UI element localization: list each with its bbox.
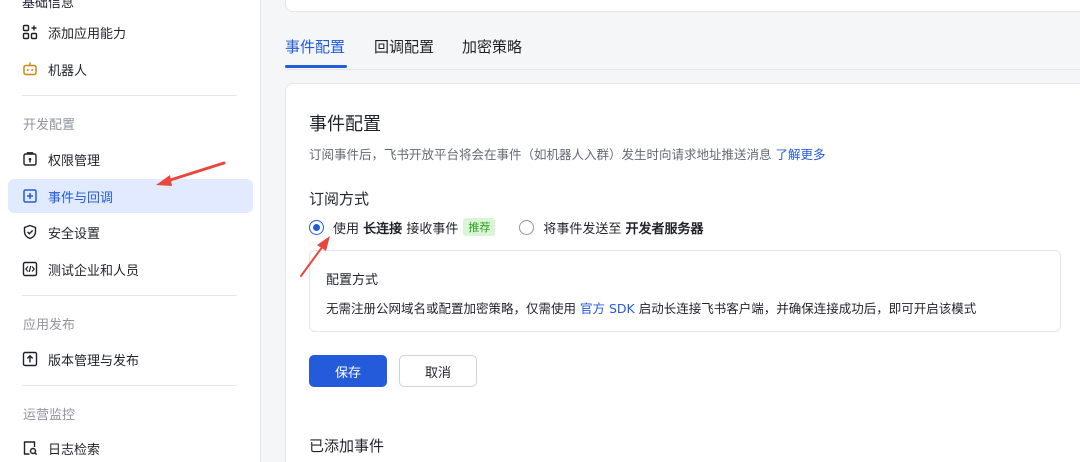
tab-callback-config[interactable]: 回调配置 [374,36,434,57]
option-long-connection-label[interactable]: 使用 长连接 接收事件 [333,218,458,237]
sidebar-item-version-publish[interactable]: 版本管理与发布 [8,342,253,376]
config-method-title: 配置方式 [326,273,379,288]
panel-description: 订阅事件后，飞书开放平台将会在事件（如机器人入群）发生时向请求地址推送消息 了解… [309,144,826,163]
sidebar-item-label: 机器人 [48,63,88,79]
active-tab-indicator [285,65,347,68]
config-method-text: 无需注册公网域名或配置加密策略，仅需使用 官方 SDK 启动长连接飞书客户端，并… [326,298,976,317]
option-bold: 开发者服务器 [625,221,704,237]
tab-bar: 事件配置 回调配置 加密策略 [285,32,1080,70]
sidebar-item-permission[interactable]: 权限管理 [8,142,253,176]
tab-divider [285,69,1080,70]
upload-icon [22,351,38,367]
main-content: 事件配置 回调配置 加密策略 事件配置 订阅事件后，飞书开放平台将会在事件（如机… [261,0,1080,462]
save-button[interactable]: 保存 [309,355,387,387]
sidebar-divider [22,95,237,96]
robot-icon [22,61,38,77]
sidebar-item-label: 版本管理与发布 [48,353,140,369]
sidebar-item-label: 测试企业和人员 [48,263,140,279]
sidebar-item-partial[interactable]: 基础信息 [22,0,74,11]
permission-icon [22,151,38,167]
sidebar-divider [22,295,237,296]
cancel-button[interactable]: 取消 [399,355,477,387]
config-method-box: 配置方式 无需注册公网域名或配置加密策略，仅需使用 官方 SDK 启动长连接飞书… [309,250,1061,332]
tab-encryption-policy[interactable]: 加密策略 [462,36,522,57]
sidebar-item-event-callback[interactable]: 事件与回调 [8,179,253,213]
event-callback-icon [22,188,38,204]
subscription-options: 使用 长连接 接收事件 推荐 将事件发送至 开发者服务器 [309,217,704,237]
sidebar-item-log-search[interactable]: 日志检索 [8,431,253,462]
shield-icon [22,224,38,240]
log-search-icon [22,440,38,456]
sidebar-item-label: 日志检索 [48,442,101,458]
sidebar-item-label: 添加应用能力 [48,26,127,42]
section-title-ops: 运营监控 [23,408,76,423]
panel-title: 事件配置 [309,114,381,135]
sidebar-item-label: 事件与回调 [48,190,114,206]
added-events-title: 已添加事件 [309,437,385,455]
option-prefix: 使用 [333,221,360,237]
option-bold: 长连接 [363,221,403,237]
option-developer-server-label[interactable]: 将事件发送至 开发者服务器 [543,218,703,237]
info-text-part: 无需注册公网域名或配置加密策略，仅需使用 [326,301,577,316]
section-title-dev: 开发配置 [23,118,76,133]
sidebar-item-test-enterprise[interactable]: 测试企业和人员 [8,252,253,286]
event-config-panel: 事件配置 订阅事件后，飞书开放平台将会在事件（如机器人入群）发生时向请求地址推送… [285,83,1080,462]
sidebar-item-label: 权限管理 [48,153,101,169]
radio-developer-server[interactable] [519,219,535,235]
option-prefix: 将事件发送至 [543,221,622,237]
learn-more-link[interactable]: 了解更多 [776,147,826,162]
sidebar-item-label: 安全设置 [48,226,101,242]
recommended-badge: 推荐 [463,218,496,236]
code-test-icon [22,261,38,277]
top-card [285,0,1080,12]
subscription-method-title: 订阅方式 [309,190,370,208]
info-text-part: 启动长连接飞书客户端，并确保连接成功后，即可开启该模式 [638,301,977,316]
section-title-publish: 应用发布 [23,318,76,333]
official-sdk-link[interactable]: 官方 SDK [580,301,635,316]
apps-add-icon [22,24,38,40]
sidebar-item-robot[interactable]: 机器人 [8,52,253,86]
sidebar-item-security[interactable]: 安全设置 [8,215,253,249]
radio-long-connection[interactable] [309,219,324,235]
sidebar: 基础信息 添加应用能力 机器人 开发配置 权限管理 事件与回调 安全设置 测试企… [0,0,261,462]
tab-event-config[interactable]: 事件配置 [285,36,345,57]
option-suffix: 接收事件 [406,221,459,237]
sidebar-divider [22,385,237,386]
sidebar-item-add-capability[interactable]: 添加应用能力 [8,15,253,49]
description-text: 订阅事件后，飞书开放平台将会在事件（如机器人入群）发生时向请求地址推送消息 [309,147,772,162]
